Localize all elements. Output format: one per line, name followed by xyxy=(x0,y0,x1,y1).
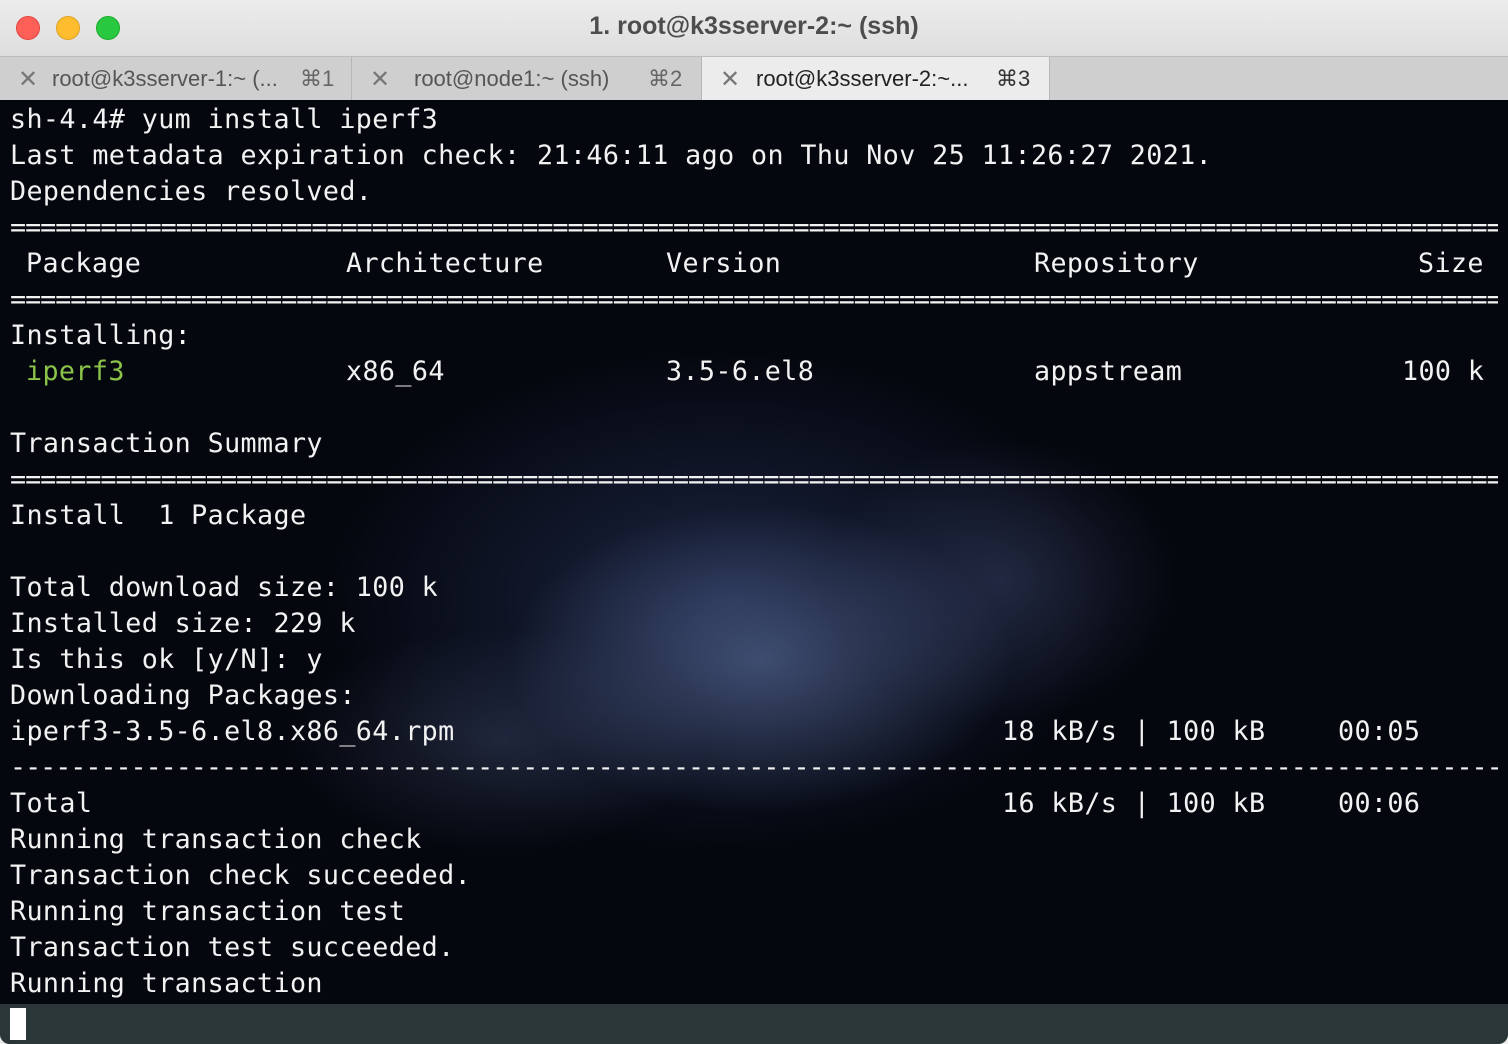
transaction-summary: Transaction Summary xyxy=(10,428,323,459)
output-line: Running transaction xyxy=(10,968,323,999)
tab-3[interactable]: ✕ root@k3sserver-2:~... ⌘3 xyxy=(702,57,1050,100)
install-count-line: Install 1 Package xyxy=(10,500,307,531)
tab-label: root@node1:~ (ssh) xyxy=(414,66,610,91)
download-time: 00:05 xyxy=(1338,716,1421,747)
close-tab-icon[interactable]: ✕ xyxy=(720,65,740,94)
package-size: 100 k xyxy=(1402,356,1485,387)
double-rule: ========================================… xyxy=(10,464,1498,495)
tab-1[interactable]: ✕ root@k3sserver-1:~ (... ⌘1 xyxy=(0,57,352,100)
metadata-line: Last metadata expiration check: 21:46:11… xyxy=(10,140,1213,171)
terminal-window: 1. root@k3sserver-2:~ (ssh) ✕ root@k3sse… xyxy=(0,0,1508,1044)
header-repository: Repository xyxy=(1034,248,1199,279)
close-tab-icon[interactable]: ✕ xyxy=(18,65,38,94)
input-status-bar[interactable] xyxy=(0,1004,1508,1044)
output-line: Running transaction check xyxy=(10,824,422,855)
header-version: Version xyxy=(666,248,782,279)
header-architecture: Architecture xyxy=(346,248,544,279)
total-time: 00:06 xyxy=(1338,788,1421,819)
window-title: 1. root@k3sserver-2:~ (ssh) xyxy=(589,12,919,40)
output-line: Transaction test succeeded. xyxy=(10,932,455,963)
header-size: Size xyxy=(1418,248,1484,279)
installing-label: Installing: xyxy=(10,320,192,351)
tab-label: root@k3sserver-2:~... xyxy=(756,66,969,91)
downloading-line: Downloading Packages: xyxy=(10,680,356,711)
package-repository: appstream xyxy=(1034,356,1183,387)
package-architecture: x86_64 xyxy=(346,356,445,387)
download-rate: 18 kB/s | 100 kB xyxy=(1002,716,1266,747)
package-name: iperf3 xyxy=(26,356,125,387)
output-line: Running transaction test xyxy=(10,896,406,927)
tab-bar: ✕ root@k3sserver-1:~ (... ⌘1 ✕ root@node… xyxy=(0,56,1508,100)
confirm-prompt-line: Is this ok [y/N]: y xyxy=(10,644,323,675)
double-rule: ========================================… xyxy=(10,284,1498,315)
total-rate: 16 kB/s | 100 kB xyxy=(1002,788,1266,819)
download-file: iperf3-3.5-6.el8.x86_64.rpm xyxy=(10,716,455,747)
total-download-line: Total download size: 100 k xyxy=(10,572,439,603)
text-cursor xyxy=(10,1008,26,1040)
tab-label: root@k3sserver-1:~ (... xyxy=(52,66,278,91)
header-package: Package xyxy=(26,248,142,279)
terminal-output[interactable]: sh-4.4# yum install iperf3 Last metadata… xyxy=(0,100,1508,1044)
title-bar: 1. root@k3sserver-2:~ (ssh) xyxy=(0,0,1508,56)
installed-size-line: Installed size: 229 k xyxy=(10,608,356,639)
tab-shortcut: ⌘2 xyxy=(648,66,683,91)
double-rule: ========================================… xyxy=(10,212,1498,243)
deps-line: Dependencies resolved. xyxy=(10,176,373,207)
prompt-line: sh-4.4# yum install iperf3 xyxy=(10,104,439,135)
total-label: Total xyxy=(10,788,93,819)
output-line: Transaction check succeeded. xyxy=(10,860,472,891)
single-rule: ----------------------------------------… xyxy=(10,752,1498,783)
package-version: 3.5-6.el8 xyxy=(666,356,815,387)
tab-shortcut: ⌘1 xyxy=(300,66,335,91)
tab-shortcut: ⌘3 xyxy=(996,66,1031,91)
close-tab-icon[interactable]: ✕ xyxy=(370,65,390,94)
tab-2[interactable]: ✕ root@node1:~ (ssh) ⌘2 xyxy=(352,57,702,100)
